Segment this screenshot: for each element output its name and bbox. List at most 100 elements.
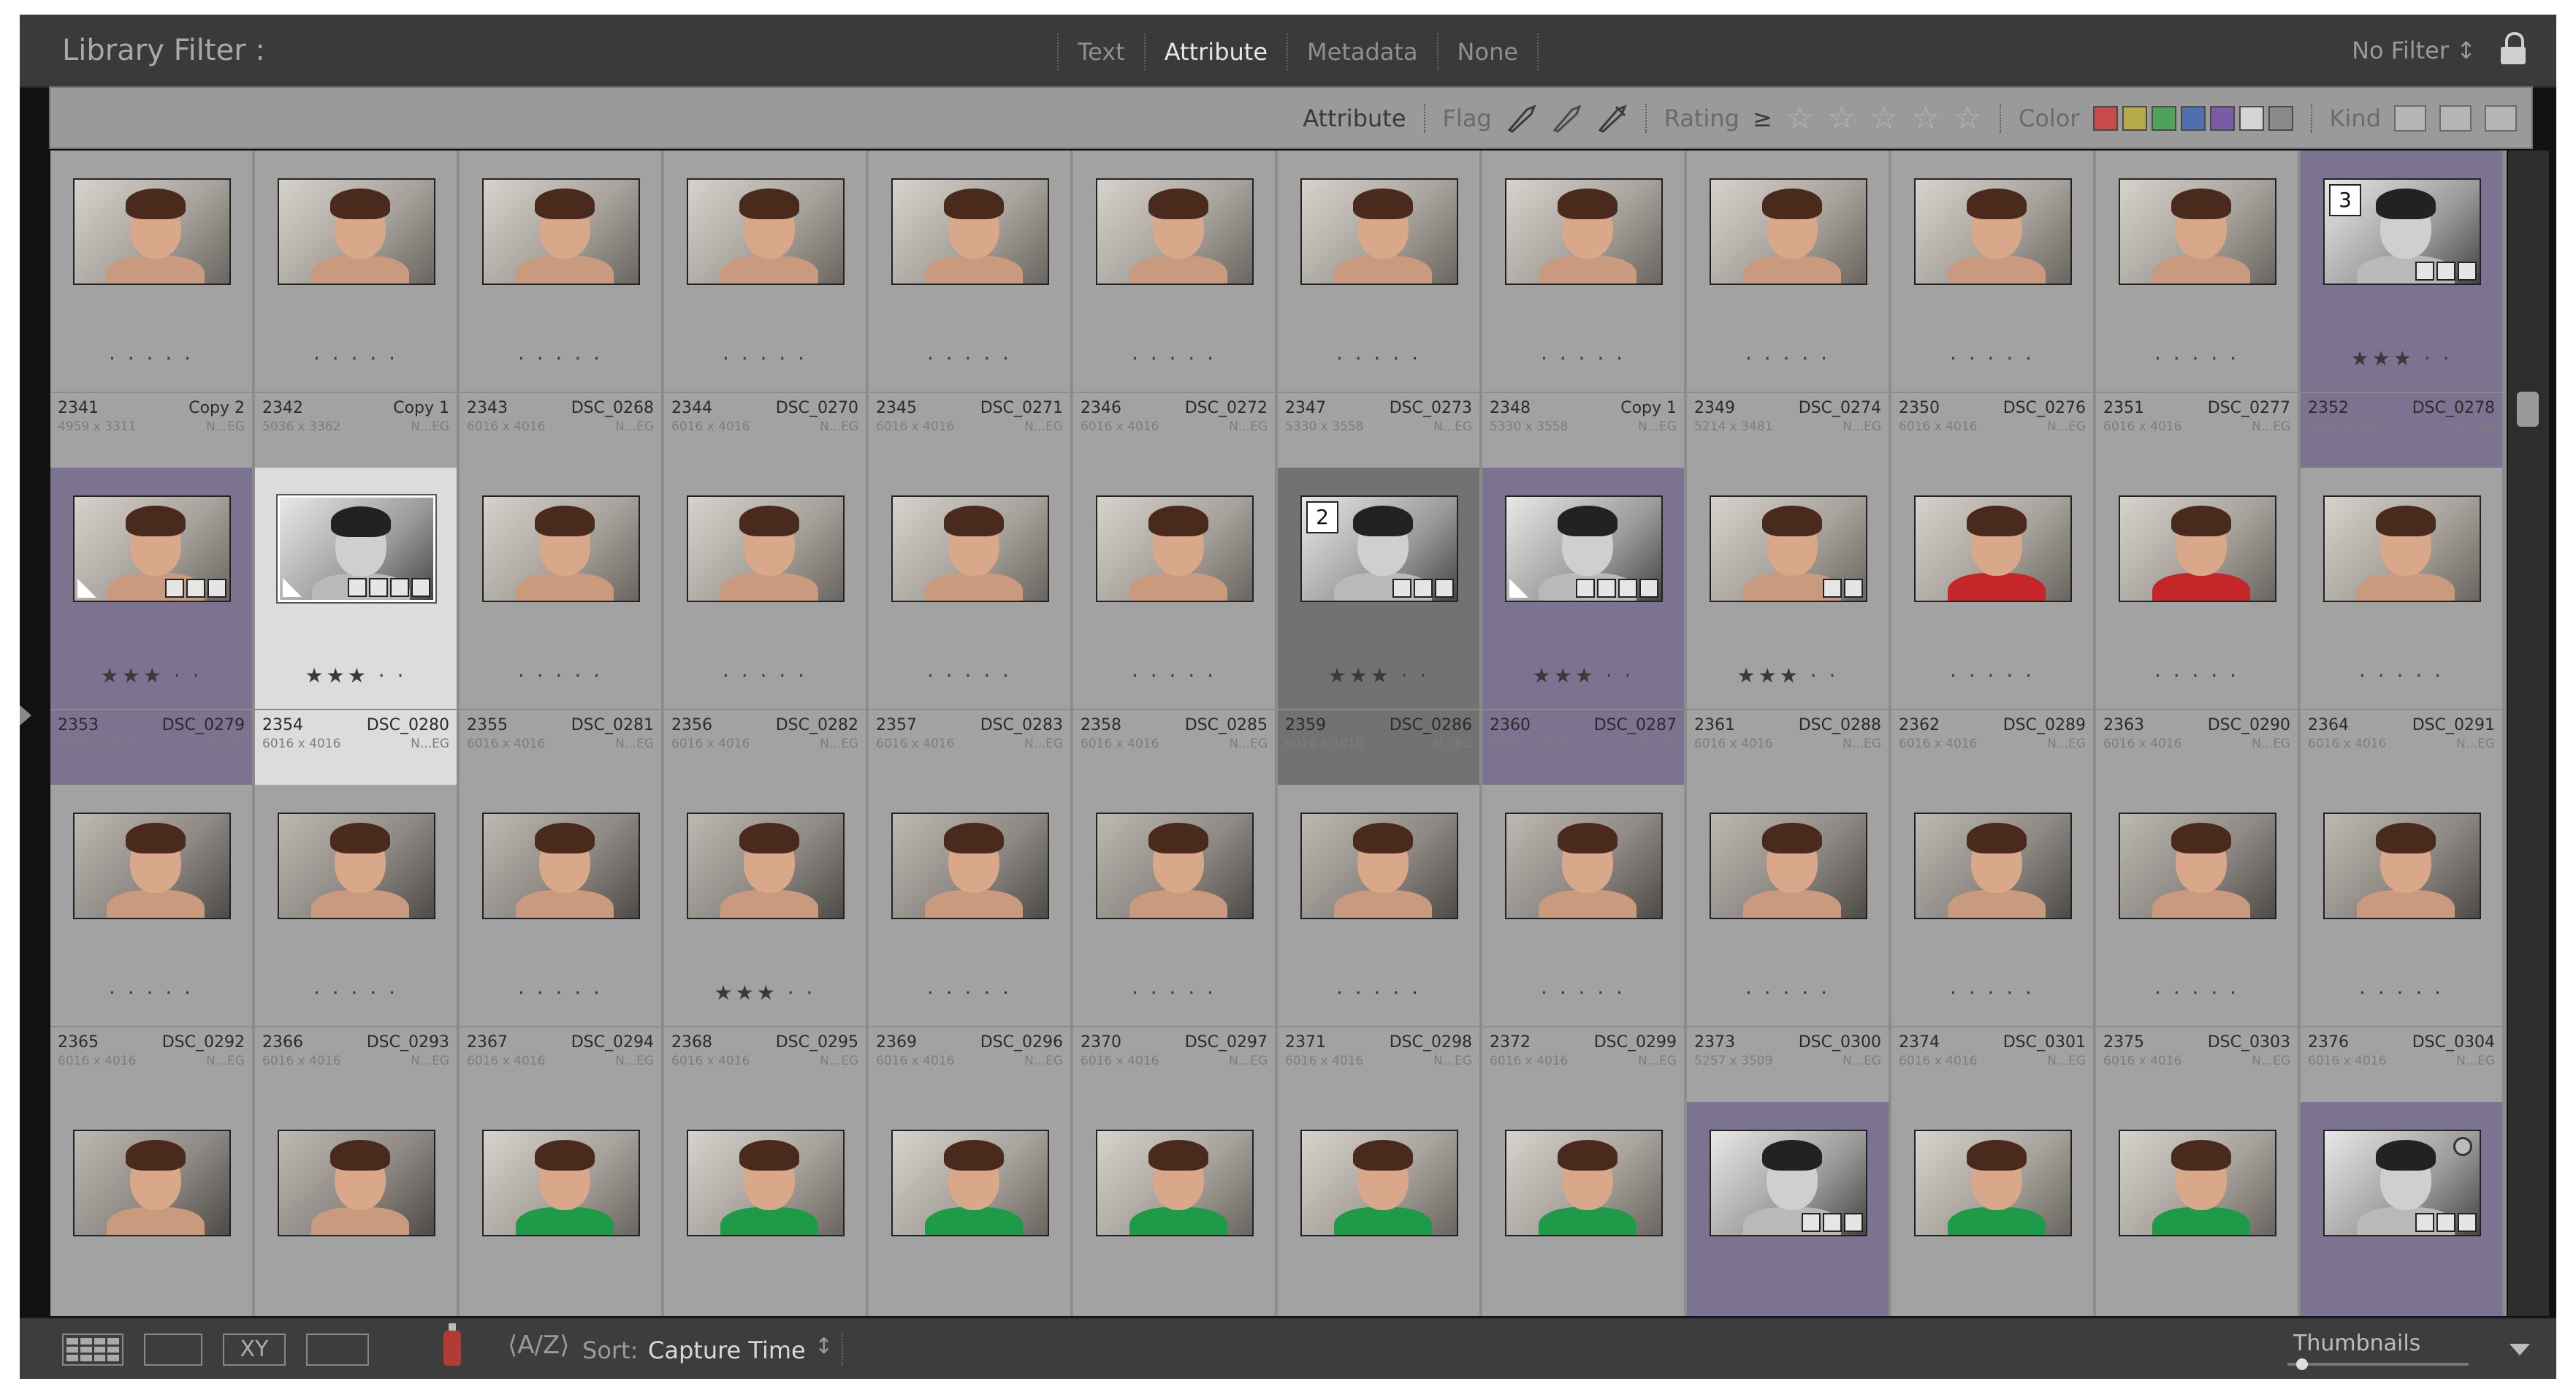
metadata-badge-icon[interactable] bbox=[1392, 579, 1411, 598]
photo-thumbnail[interactable] bbox=[1096, 178, 1254, 285]
grid-cell[interactable]: ★★★ · ·2353DSC_02796016 x 4016N...EG••• bbox=[50, 468, 254, 803]
grid-cell[interactable]: · · · · ·2355DSC_02816016 x 4016N...EG••… bbox=[460, 468, 663, 803]
tab-attribute[interactable]: Attribute bbox=[1143, 34, 1287, 70]
photo-thumbnail[interactable] bbox=[1300, 813, 1458, 919]
star-rating[interactable]: · · · · · bbox=[460, 663, 661, 688]
color-swatch[interactable] bbox=[2268, 106, 2293, 131]
photo-thumbnail[interactable] bbox=[73, 495, 231, 602]
grid-cell[interactable]: ★★★ · · 2368 DSC_0295 6016 x 4016 N...EG bbox=[664, 785, 867, 1102]
photo-thumbnail[interactable] bbox=[2119, 495, 2276, 602]
rating-star-icon[interactable]: ☆ bbox=[1786, 102, 1814, 134]
star-rating[interactable]: · · · · · bbox=[1687, 346, 1889, 370]
thumbnail-size-knob[interactable] bbox=[2296, 1358, 2309, 1370]
rating-operator[interactable]: ≥ bbox=[1753, 104, 1772, 132]
metadata-badge-icon[interactable] bbox=[411, 578, 430, 597]
grid-cell[interactable]: 3 ★★★ · · 2352 DSC_0278 6016 x 4016 N...EG bbox=[2301, 151, 2504, 468]
star-rating[interactable]: · · · · · bbox=[2096, 346, 2298, 370]
star-rating[interactable]: · · · · · bbox=[1891, 346, 2093, 370]
photo-thumbnail[interactable] bbox=[1914, 1130, 2072, 1236]
photo-thumbnail[interactable] bbox=[1914, 178, 2072, 285]
grid-cell[interactable]: · · · · · 2374 DSC_0301 6016 x 4016 N...EG bbox=[1891, 785, 2095, 1102]
grid-cell[interactable]: · · · · ·2358DSC_02856016 x 4016N...EG••… bbox=[1073, 468, 1276, 803]
photo-thumbnail[interactable] bbox=[73, 813, 231, 919]
metadata-badge-icon[interactable] bbox=[1414, 579, 1433, 598]
metadata-badge-icon[interactable] bbox=[1639, 579, 1658, 598]
photo-thumbnail[interactable] bbox=[687, 178, 845, 285]
photo-thumbnail[interactable] bbox=[482, 813, 640, 919]
photo-thumbnail[interactable] bbox=[1505, 813, 1663, 919]
metadata-badge-icon[interactable] bbox=[1844, 1213, 1863, 1232]
photo-thumbnail[interactable] bbox=[1914, 813, 2072, 919]
metadata-badge-icon[interactable] bbox=[186, 579, 205, 598]
metadata-badge-icon[interactable] bbox=[2458, 1213, 2477, 1232]
photo-thumbnail[interactable] bbox=[278, 813, 435, 919]
star-rating[interactable]: · · · · · bbox=[1073, 663, 1275, 688]
grid-cell[interactable] bbox=[2301, 1102, 2504, 1316]
stack-count-badge[interactable]: 2 bbox=[1306, 501, 1338, 533]
star-rating[interactable]: ★★★ · · bbox=[1278, 663, 1479, 688]
quick-collection-icon[interactable] bbox=[2453, 1137, 2472, 1156]
painter-spray-can-icon[interactable] bbox=[443, 1323, 461, 1366]
photo-thumbnail[interactable] bbox=[2119, 813, 2276, 919]
star-rating[interactable]: · · · · · bbox=[460, 981, 661, 1005]
star-rating[interactable]: · · · · · bbox=[1073, 981, 1275, 1005]
metadata-badge-icon[interactable] bbox=[2436, 1213, 2455, 1232]
metadata-badge-icon[interactable] bbox=[2458, 262, 2477, 281]
metadata-badge-icon[interactable] bbox=[1618, 579, 1637, 598]
star-rating[interactable]: · · · · · bbox=[664, 346, 866, 370]
photo-thumbnail[interactable]: 2 bbox=[1300, 495, 1458, 602]
grid-cell[interactable]: · · · · · 2370 DSC_0297 6016 x 4016 N...EG bbox=[1073, 785, 1276, 1102]
grid-cell[interactable]: · · · · ·2357DSC_02836016 x 4016N...EG••… bbox=[869, 468, 1072, 803]
color-swatch[interactable] bbox=[2209, 106, 2235, 131]
star-rating[interactable]: ★★★ · · bbox=[664, 981, 866, 1005]
photo-thumbnail[interactable] bbox=[1096, 1130, 1254, 1236]
loupe-view-icon[interactable] bbox=[144, 1334, 202, 1366]
metadata-badge-icon[interactable] bbox=[1823, 1213, 1842, 1232]
grid-cell[interactable]: · · · · · 2341 Copy 2 4959 x 3311 N...EG bbox=[50, 151, 254, 468]
photo-thumbnail[interactable] bbox=[1096, 495, 1254, 602]
grid-cell[interactable]: · · · · · 2344 DSC_0270 6016 x 4016 N...EG bbox=[664, 151, 867, 468]
grid-cell[interactable]: · · · · · 2367 DSC_0294 6016 x 4016 N...EG bbox=[460, 785, 663, 1102]
grid-cell[interactable]: · · · · · 2371 DSC_0298 6016 x 4016 N...EG bbox=[1278, 785, 1481, 1102]
star-rating[interactable]: · · · · · bbox=[1482, 981, 1684, 1005]
star-rating[interactable]: · · · · · bbox=[1482, 346, 1684, 370]
grid-cell[interactable] bbox=[1278, 1102, 1481, 1316]
left-panel-toggle-icon[interactable] bbox=[20, 705, 31, 726]
grid-cell[interactable]: · · · · · 2343 DSC_0268 6016 x 4016 N...EG bbox=[460, 151, 663, 468]
survey-view-icon[interactable] bbox=[306, 1334, 369, 1366]
flag-picked-icon[interactable] bbox=[1505, 102, 1537, 134]
kind-virtual-copy-icon[interactable] bbox=[2439, 105, 2472, 132]
photo-thumbnail[interactable] bbox=[2323, 1130, 2481, 1236]
metadata-badge-icon[interactable] bbox=[1802, 1213, 1821, 1232]
star-rating[interactable]: · · · · · bbox=[869, 346, 1070, 370]
tab-none[interactable]: None bbox=[1436, 34, 1539, 70]
flag-unflagged-icon[interactable] bbox=[1550, 102, 1582, 134]
grid-scrollbar[interactable] bbox=[2508, 151, 2549, 1316]
grid-cell[interactable]: 2 ★★★ · · 2359 DSC_0286 6016 x 4016 N...EG bbox=[1278, 468, 1481, 785]
grid-cell[interactable] bbox=[1891, 1102, 2095, 1316]
metadata-badge-icon[interactable] bbox=[165, 579, 184, 598]
tab-text[interactable]: Text bbox=[1057, 34, 1144, 70]
rating-star-icon[interactable]: ☆ bbox=[1870, 102, 1898, 134]
compare-view-icon[interactable]: XY bbox=[223, 1334, 286, 1366]
grid-cell[interactable] bbox=[664, 1102, 867, 1316]
star-rating[interactable]: · · · · · bbox=[1687, 981, 1889, 1005]
grid-cell[interactable]: · · · · · 2375 DSC_0303 6016 x 4016 N...EG bbox=[2096, 785, 2299, 1102]
photo-thumbnail[interactable] bbox=[891, 178, 1049, 285]
grid-view-icon[interactable] bbox=[62, 1334, 123, 1366]
grid-cell[interactable]: · · · · · 2349 DSC_0274 5214 x 3481 N...EG bbox=[1687, 151, 1890, 468]
kind-master-icon[interactable] bbox=[2394, 105, 2426, 132]
photo-thumbnail[interactable] bbox=[278, 1130, 435, 1236]
photo-thumbnail[interactable] bbox=[687, 495, 845, 602]
photo-thumbnail[interactable] bbox=[1300, 178, 1458, 285]
toolbar-menu-icon[interactable] bbox=[2510, 1344, 2530, 1355]
photo-thumbnail[interactable] bbox=[1300, 1130, 1458, 1236]
grid-cell[interactable] bbox=[2096, 1102, 2299, 1316]
star-rating[interactable]: · · · · · bbox=[869, 981, 1070, 1005]
grid-cell[interactable]: ★★★ · ·2354DSC_02806016 x 4016N...EG••• bbox=[255, 468, 458, 803]
star-rating[interactable]: · · · · · bbox=[2096, 981, 2298, 1005]
grid-cell[interactable]: · · · · · 2347 DSC_0273 5330 x 3558 N...EG bbox=[1278, 151, 1481, 468]
photo-thumbnail[interactable] bbox=[482, 1130, 640, 1236]
tab-metadata[interactable]: Metadata bbox=[1287, 34, 1437, 70]
star-rating[interactable]: ★★★ · · bbox=[1482, 663, 1684, 688]
